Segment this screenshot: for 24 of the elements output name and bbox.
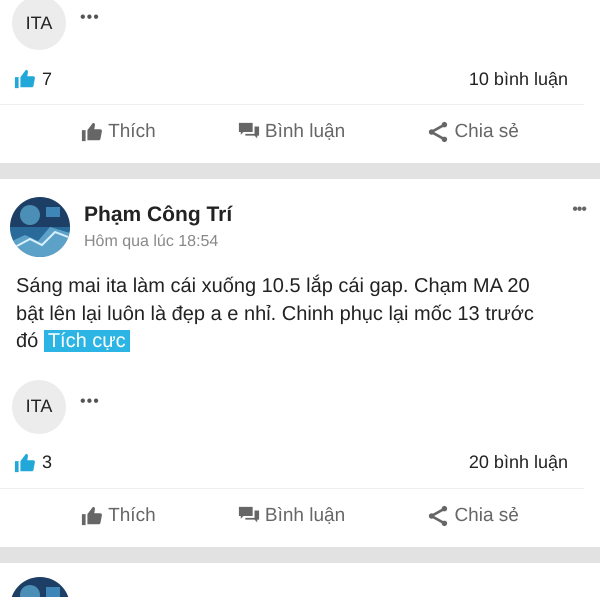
thumbs-up-icon [81,504,104,526]
share-icon [427,121,450,143]
like-button[interactable]: Thích [73,500,164,530]
comment-button[interactable]: Bình luận [230,117,354,147]
like-count-icon [14,452,36,474]
like-button[interactable]: Thích [73,117,164,147]
share-button[interactable]: Chia sẻ [419,500,527,530]
like-count-icon [14,68,36,90]
more-button[interactable]: ••• [80,392,100,410]
thumbs-up-icon [81,121,104,143]
tag-chip[interactable]: ITA [12,0,66,50]
more-button[interactable]: ••• [80,9,100,27]
author-name[interactable]: Phạm Công Trí [84,203,558,227]
post-text: Sáng mai ita làm cái xuống 10.5 lắp cái gap. Chạm MA 20 bật lên lại luôn là đẹp a e nhỉ. Chinh phục lại mốc 13 trước đó Tích cực [15,274,535,354]
post-time: Hôm qua lúc 18:54 [84,233,220,251]
menu-button[interactable]: ••• [572,201,586,219]
comment-button[interactable]: Bình luận [230,500,354,530]
like-count: 7 [42,68,52,90]
tag-chip[interactable]: ITA [12,380,66,434]
comment-count[interactable]: 10 bình luận [468,68,568,90]
like-count: 3 [42,452,52,473]
comment-count[interactable]: 20 bình luận [468,452,568,473]
share-button[interactable]: Chia sẻ [419,117,527,147]
share-icon [427,504,450,526]
